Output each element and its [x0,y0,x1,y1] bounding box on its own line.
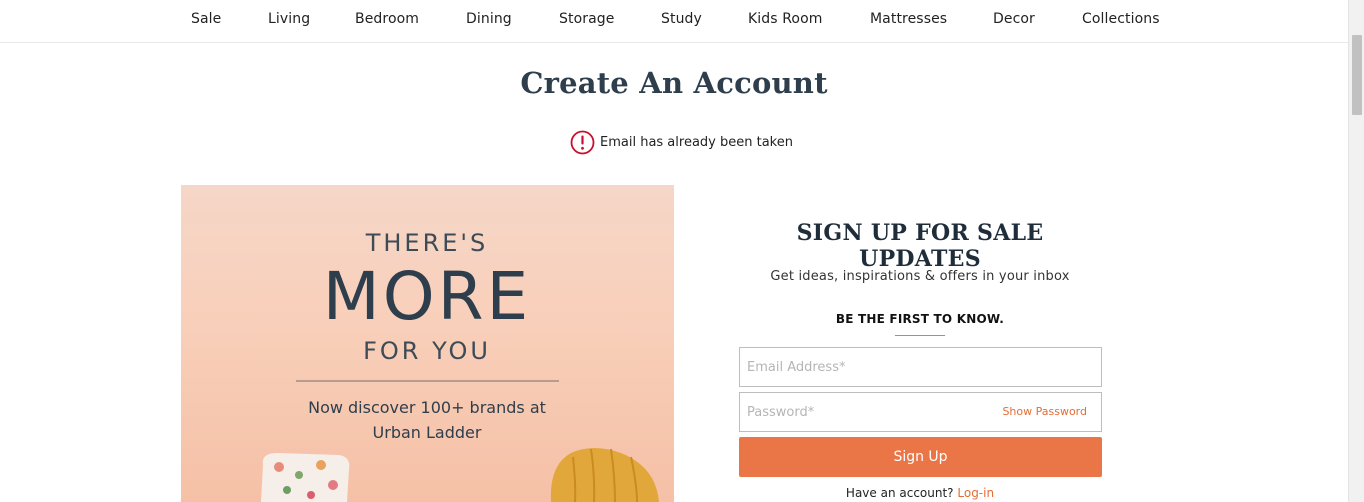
nav-item-mattresses[interactable]: Mattresses [870,11,947,27]
signup-title: SIGN UP FOR SALE UPDATES [796,220,1044,272]
have-account-line: Have an account? Log-in [738,486,1102,500]
login-link[interactable]: Log-in [957,486,994,500]
have-account-text: Have an account? [845,486,954,500]
password-field[interactable]: Show Password [739,392,1102,432]
mustard-chair-illustration [550,448,659,502]
floral-ottoman-illustration [261,453,350,502]
show-password-link[interactable]: Show Password [1002,405,1087,418]
sign-up-button[interactable]: Sign Up [739,437,1102,477]
email-field[interactable] [739,347,1102,387]
nav-item-bedroom[interactable]: Bedroom [355,11,419,27]
error-text: Email has already been taken [600,134,793,150]
nav-item-collections[interactable]: Collections [1082,11,1160,27]
page-scrollbar[interactable] [1348,0,1364,502]
nav-item-sale[interactable]: Sale [191,11,221,27]
nav-item-decor[interactable]: Decor [993,11,1035,27]
accent-underline [895,335,945,336]
email-input[interactable] [747,348,997,386]
nav-item-dining[interactable]: Dining [466,11,512,27]
error-message: Email has already been taken [570,129,793,155]
password-input[interactable] [747,393,997,431]
promo-banner[interactable]: THERE'S MORE FOR YOU Now discover 100+ b… [181,185,674,502]
promo-artwork: THERE'S MORE FOR YOU Now discover 100+ b… [261,229,659,502]
nav-item-study[interactable]: Study [661,11,702,27]
promo-line-theres: THERE'S [365,229,489,257]
first-to-know-heading: BE THE FIRST TO KNOW. [835,312,1005,326]
nav-item-living[interactable]: Living [268,11,310,27]
promo-line-for-you: FOR YOU [363,337,491,365]
top-navigation: Sale Living Bedroom Dining Storage Study… [0,0,1348,43]
promo-line-discover: Now discover 100+ brands at [308,398,546,417]
page-title: Create An Account [520,66,828,100]
nav-item-kids-room[interactable]: Kids Room [748,11,822,27]
nav-item-storage[interactable]: Storage [559,11,614,27]
promo-line-more: MORE [323,258,531,335]
promo-line-urban-ladder: Urban Ladder [373,423,482,442]
scrollbar-thumb[interactable] [1352,35,1362,115]
signup-subtitle: Get ideas, inspirations & offers in your… [770,269,1070,284]
error-exclamation-icon [570,130,595,154]
